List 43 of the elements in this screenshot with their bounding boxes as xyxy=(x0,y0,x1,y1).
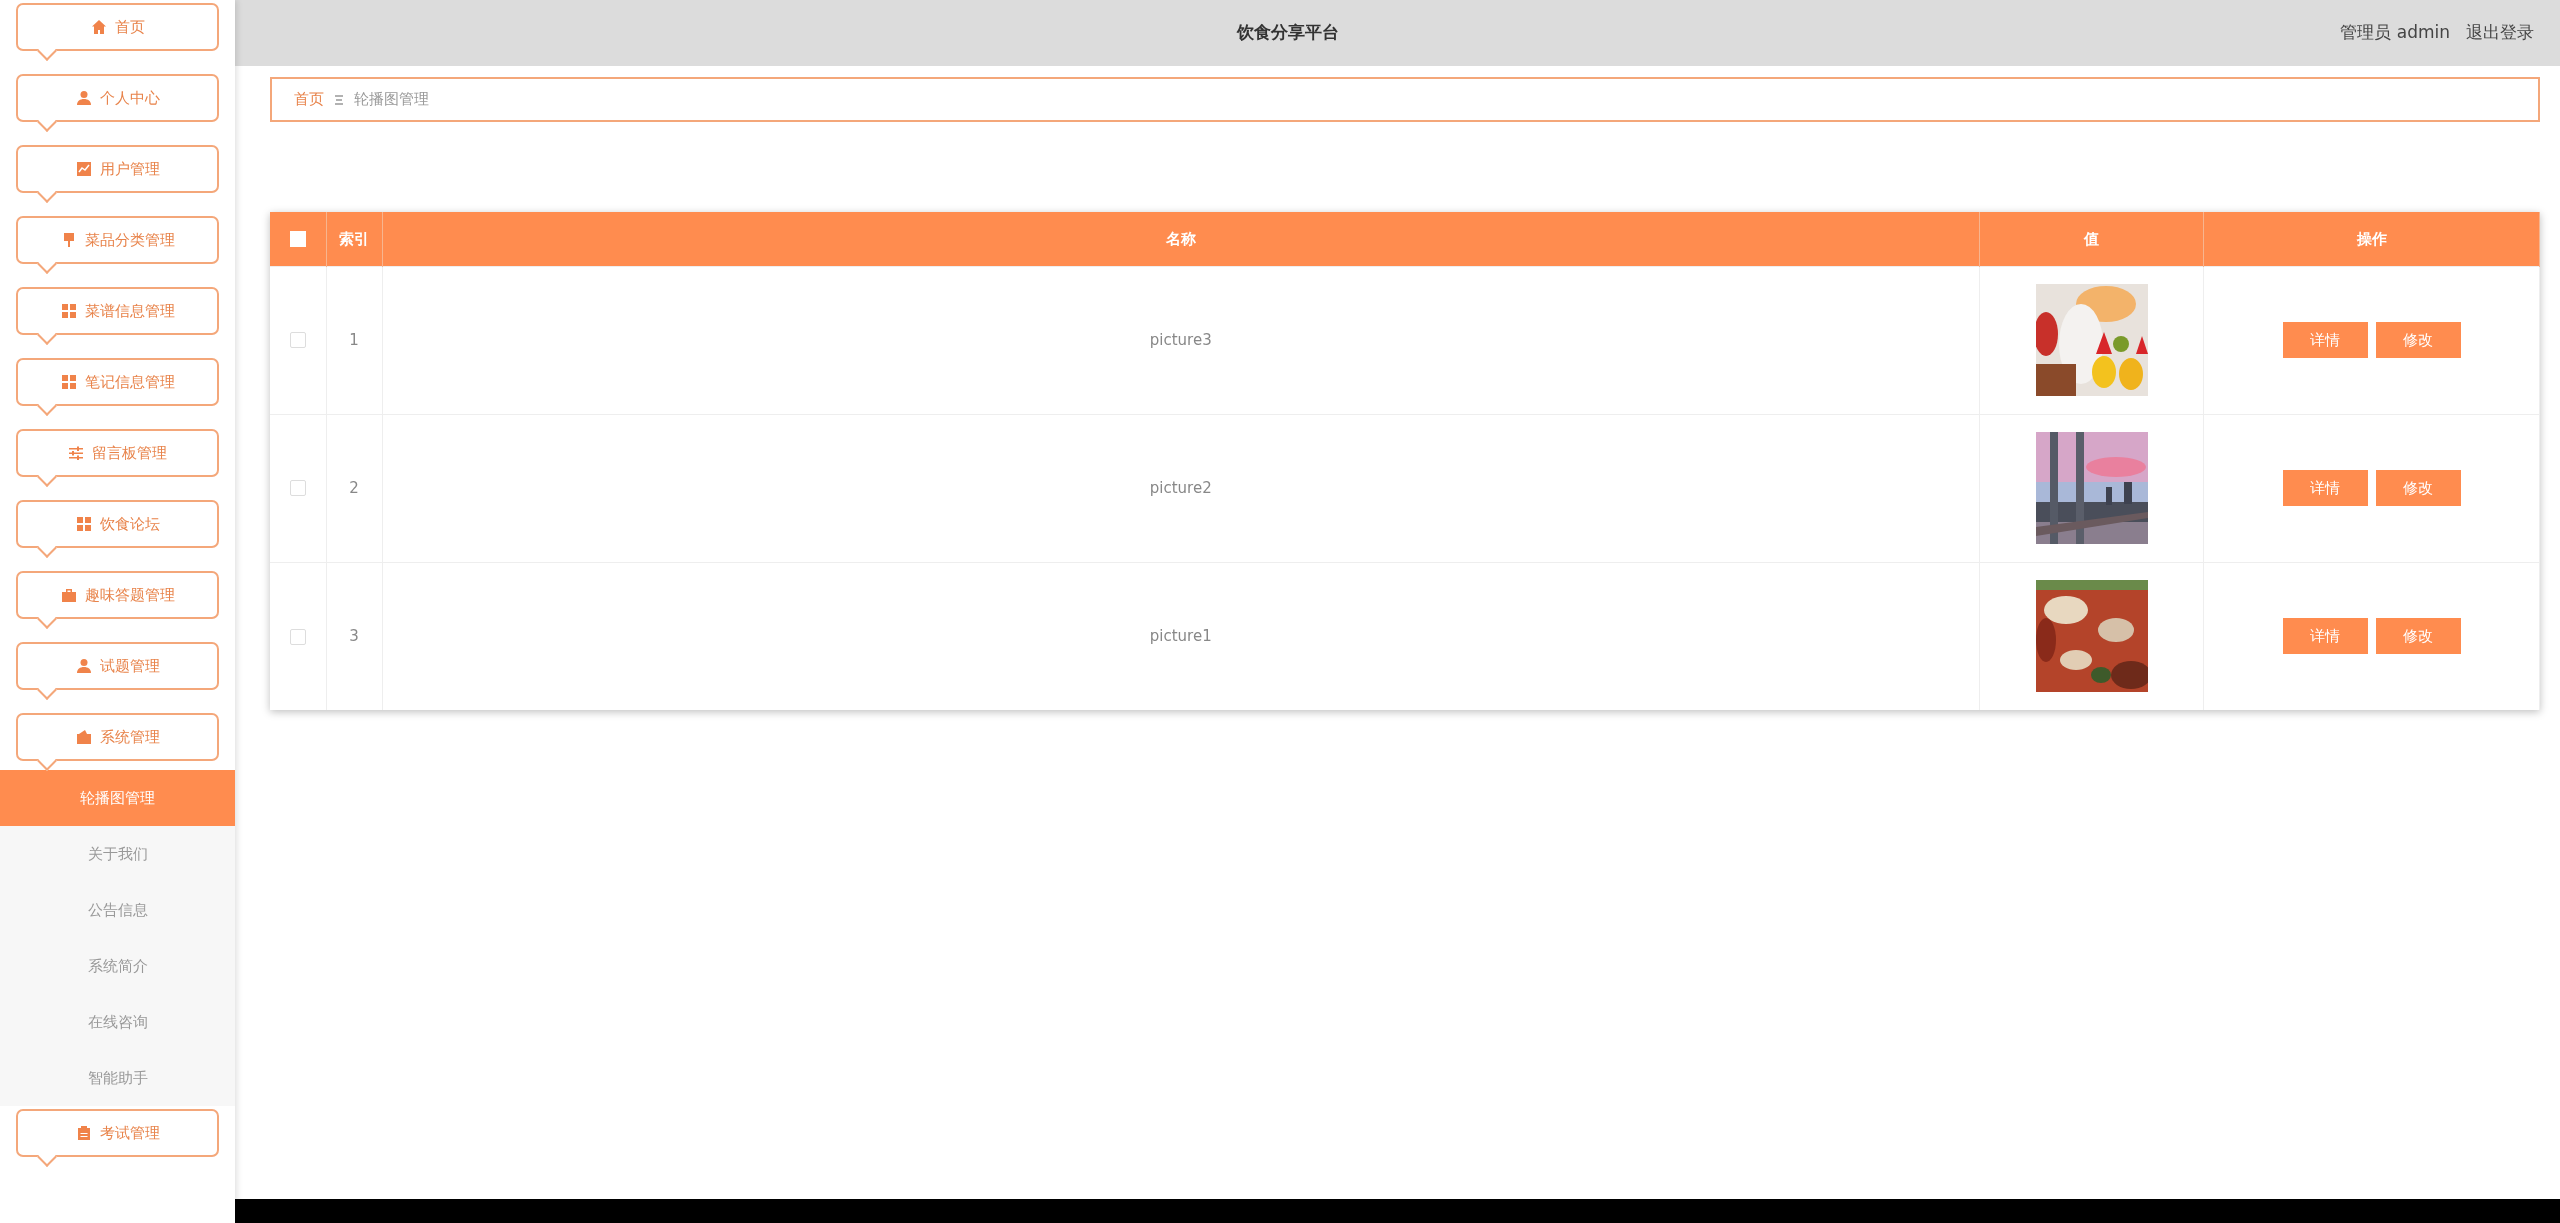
select-all-checkbox[interactable] xyxy=(289,231,306,247)
table-cell: 3 xyxy=(326,562,382,710)
sliders-icon xyxy=(68,445,84,461)
table-cell: 2 xyxy=(326,414,382,562)
column-header: 值 xyxy=(1979,212,2204,266)
chart-icon xyxy=(75,161,92,177)
breadcrumb-link[interactable]: 首页 xyxy=(294,88,324,111)
home-icon xyxy=(90,19,107,35)
separator-icon xyxy=(334,94,344,105)
edit-button[interactable]: 修改 xyxy=(2375,470,2461,506)
grid-icon xyxy=(60,374,77,390)
wallet-icon xyxy=(75,729,92,745)
row-checkbox[interactable] xyxy=(289,332,306,349)
logout-link[interactable]: 退出登录 xyxy=(2466,20,2534,46)
submenu-item[interactable]: 关于我们 xyxy=(0,826,235,882)
row-checkbox[interactable] xyxy=(289,480,306,497)
edit-button[interactable]: 修改 xyxy=(2375,322,2461,358)
person-icon xyxy=(75,90,92,106)
edit-button[interactable]: 修改 xyxy=(2375,618,2461,655)
table-cell: picture3 xyxy=(382,266,1980,414)
detail-button[interactable]: 详情 xyxy=(2282,618,2368,655)
submenu-item[interactable]: 在线咨询 xyxy=(0,994,235,1050)
site-title: 饮食分享平台 xyxy=(1236,21,1339,45)
grid-icon xyxy=(75,516,92,532)
user-label: 管理员 admin xyxy=(2340,21,2450,45)
column-header: 名称 xyxy=(382,212,1980,266)
detail-button[interactable]: 详情 xyxy=(2282,322,2368,358)
submenu-item[interactable]: 智能助手 xyxy=(0,1050,235,1106)
table-cell: 1 xyxy=(326,266,382,414)
detail-button[interactable]: 详情 xyxy=(2282,470,2368,506)
table-cell: picture1 xyxy=(382,562,1980,710)
breadcrumb-current: 轮播图管理 xyxy=(354,89,429,111)
clipboard-icon xyxy=(75,1125,92,1141)
column-header: 索引 xyxy=(326,212,382,266)
column-header: 操作 xyxy=(2203,212,2540,266)
briefcase-icon xyxy=(60,587,77,603)
row-checkbox[interactable] xyxy=(289,628,306,645)
submenu-item[interactable]: 公告信息 xyxy=(0,882,235,938)
submenu-item[interactable]: 系统简介 xyxy=(0,938,235,994)
grid-icon xyxy=(60,303,77,319)
person-icon xyxy=(75,658,92,674)
table-cell: picture2 xyxy=(382,414,1980,562)
submenu-item[interactable]: 轮播图管理 xyxy=(0,770,235,826)
